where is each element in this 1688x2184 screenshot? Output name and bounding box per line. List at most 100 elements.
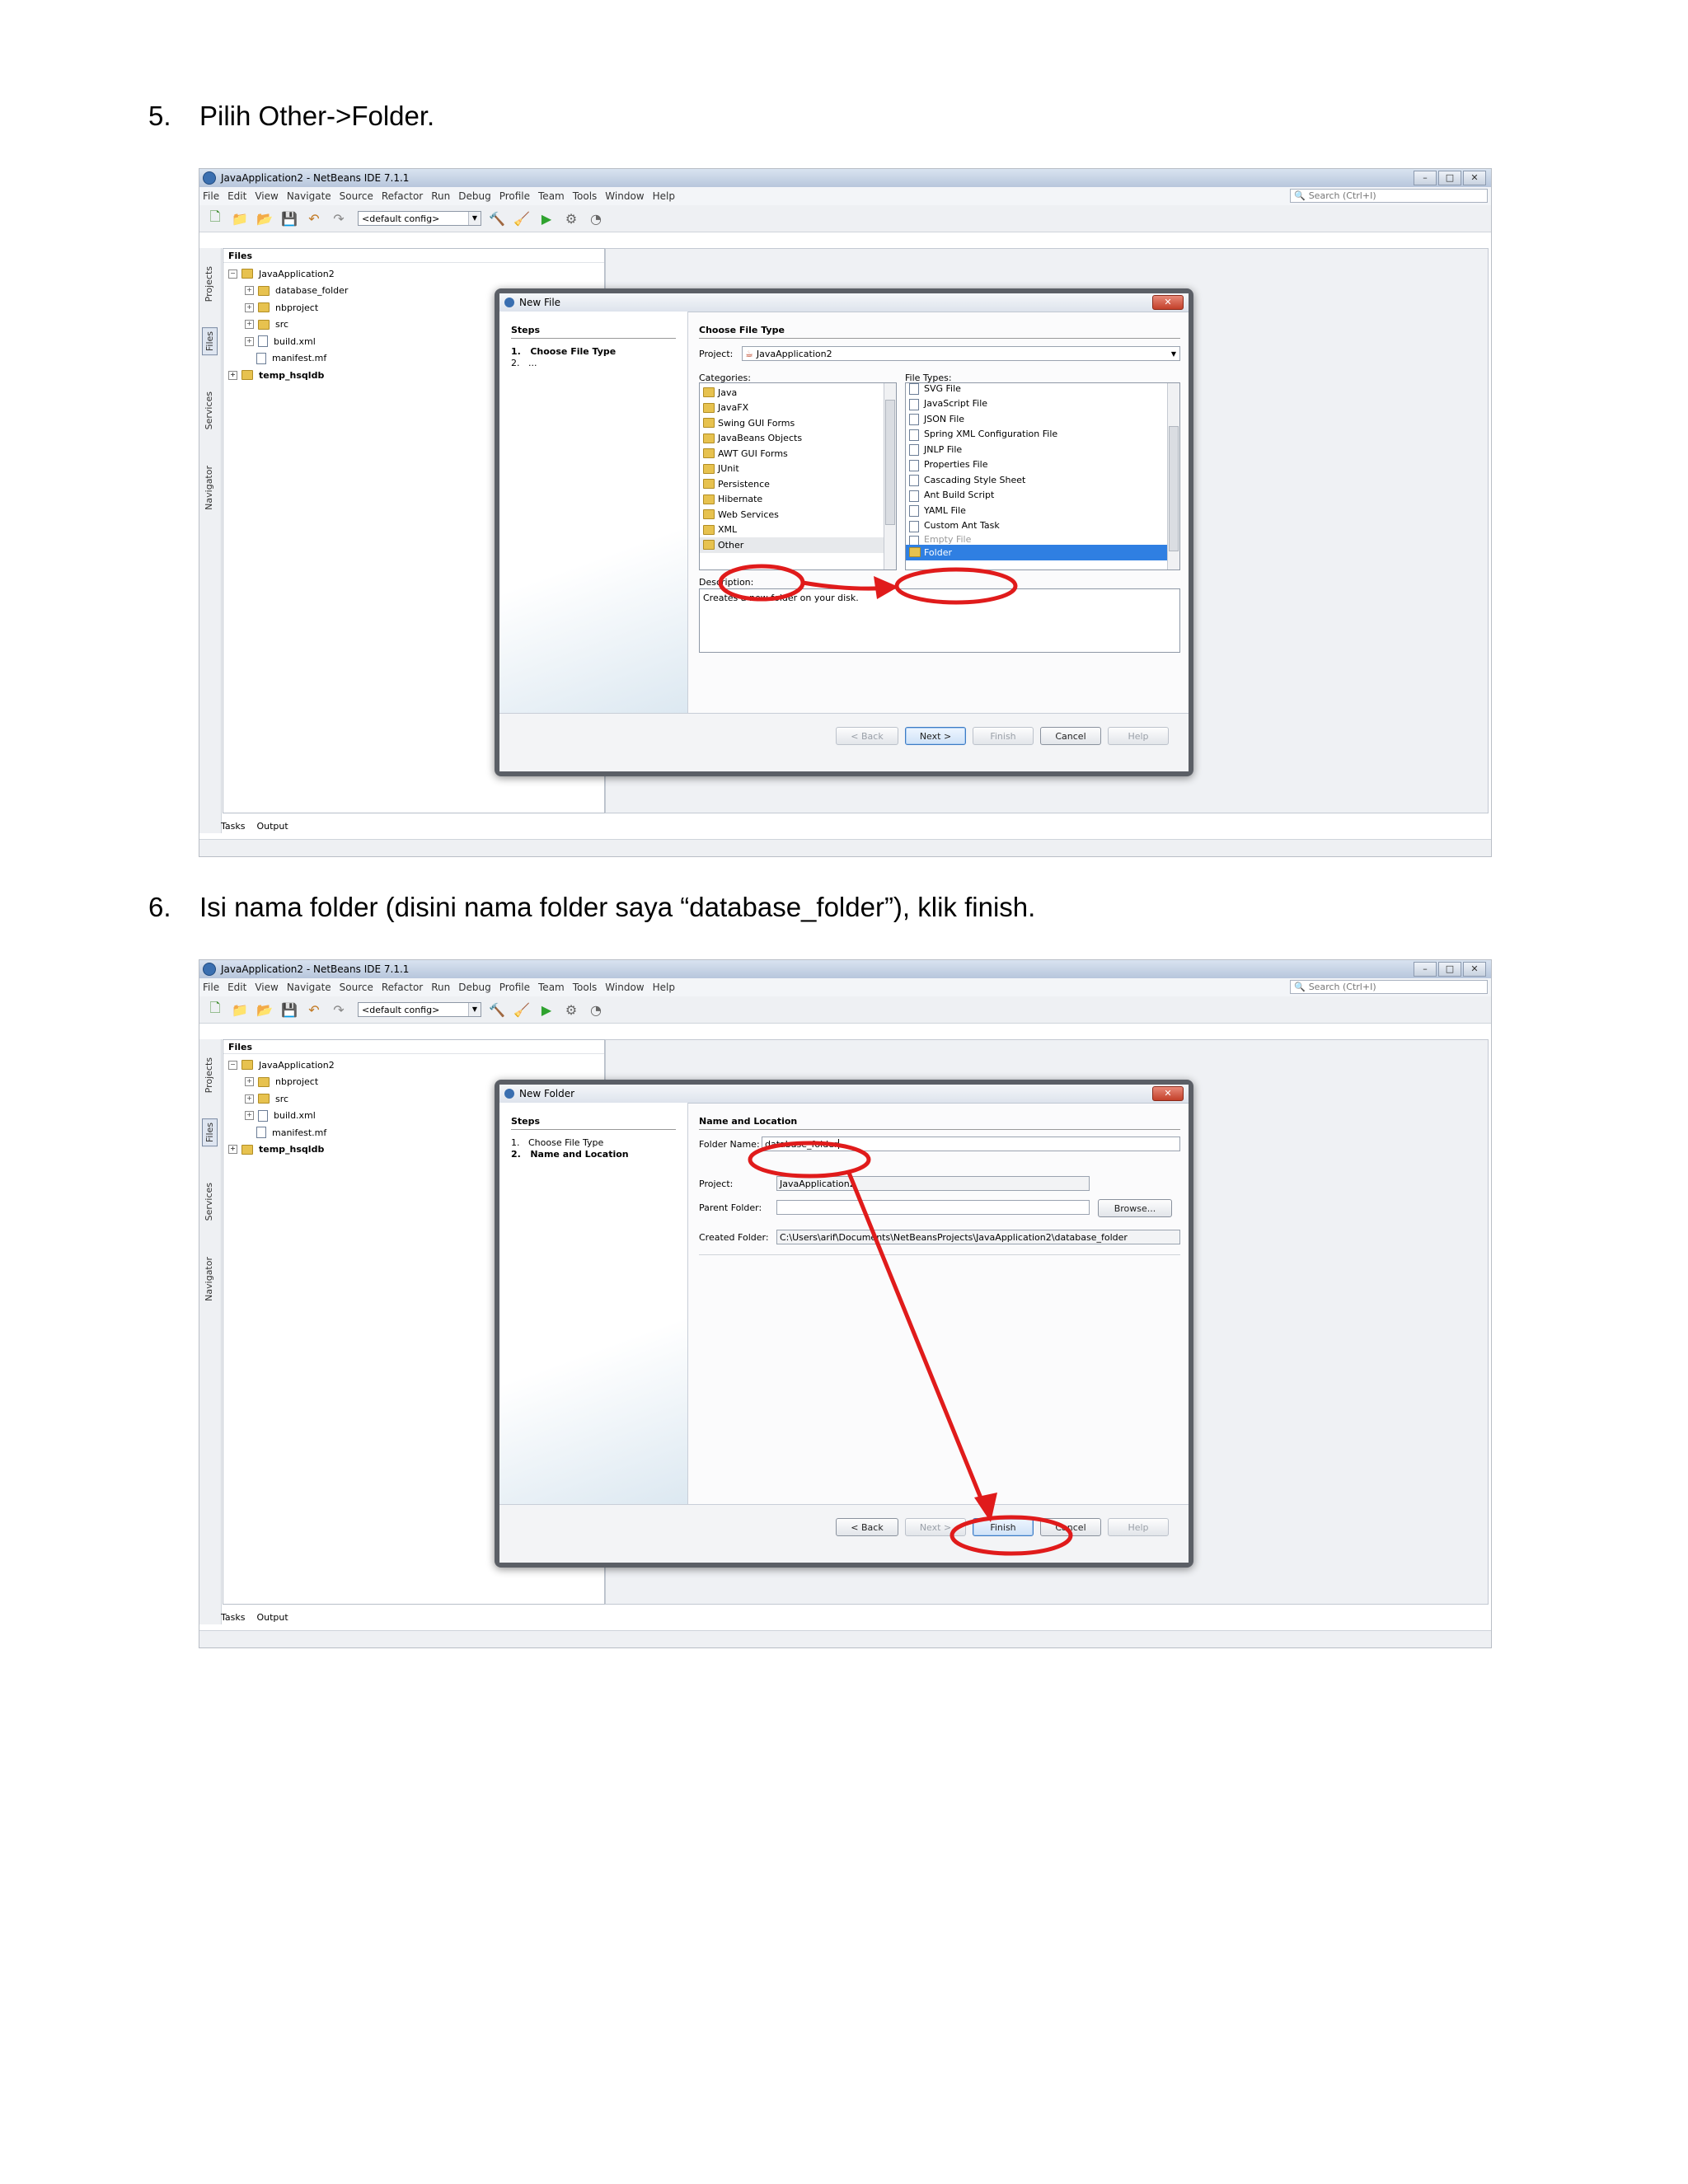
menu-profile[interactable]: Profile [499, 190, 530, 202]
clean-build-icon[interactable]: 🧹 [513, 1001, 531, 1019]
debug-icon[interactable]: ⚙ [562, 1001, 580, 1019]
menu-source[interactable]: Source [340, 190, 373, 202]
list-item[interactable]: Spring XML Configuration File [906, 427, 1179, 443]
list-item[interactable]: JavaFX [700, 401, 896, 416]
list-item[interactable]: JavaScript File [906, 396, 1179, 412]
maximize-icon[interactable]: □ [1438, 962, 1461, 977]
tab-projects[interactable]: Projects [202, 263, 216, 305]
list-item[interactable]: JavaBeans Objects [700, 431, 896, 447]
expand-icon[interactable]: + [245, 286, 254, 296]
list-item[interactable]: Web Services [700, 507, 896, 523]
minimize-icon[interactable]: – [1414, 962, 1437, 977]
tab-files[interactable]: Files [202, 1118, 218, 1147]
menu-run[interactable]: Run [431, 190, 450, 202]
expand-icon[interactable]: + [245, 1094, 254, 1104]
back-button[interactable]: < Back [836, 727, 898, 745]
menu-debug[interactable]: Debug [458, 982, 490, 993]
tab-projects[interactable]: Projects [202, 1054, 216, 1096]
menu-help[interactable]: Help [653, 190, 675, 202]
build-icon[interactable]: 🔨 [488, 209, 506, 227]
menu-view[interactable]: View [255, 190, 278, 202]
tab-tasks[interactable]: Tasks [221, 821, 245, 832]
undo-icon[interactable]: ↶ [305, 1001, 323, 1019]
tree-item-project[interactable]: + temp_hsqldb [228, 367, 348, 384]
tree-item-folder[interactable]: + nbproject [228, 299, 348, 316]
next-button[interactable]: Next > [905, 1518, 966, 1536]
expand-icon[interactable]: + [245, 1111, 254, 1121]
tab-navigator[interactable]: Navigator [202, 1254, 216, 1305]
file-types-scrollbar[interactable] [1167, 383, 1179, 569]
tree-item-project[interactable]: − JavaApplication2 [228, 1057, 335, 1074]
back-button[interactable]: < Back [836, 1518, 898, 1536]
menu-team[interactable]: Team [538, 982, 565, 993]
run-icon[interactable]: ▶ [537, 209, 556, 227]
run-icon[interactable]: ▶ [537, 1001, 556, 1019]
finish-button[interactable]: Finish [973, 1518, 1034, 1536]
list-item[interactable]: Properties File [906, 457, 1179, 473]
search-input[interactable]: 🔍 Search (Ctrl+I) [1290, 189, 1488, 203]
tree-item-file[interactable]: + build.xml [228, 1108, 335, 1125]
menu-help[interactable]: Help [653, 982, 675, 993]
categories-list[interactable]: Java JavaFX Swing GUI Forms JavaBeans Ob… [699, 382, 897, 570]
new-project-icon[interactable]: 📁 [231, 209, 249, 227]
open-project-icon[interactable]: 📂 [256, 1001, 274, 1019]
config-select[interactable]: <default config> ▼ [358, 211, 481, 226]
close-icon[interactable]: ✕ [1463, 171, 1486, 185]
menu-tools[interactable]: Tools [573, 190, 598, 202]
new-project-icon[interactable]: 📁 [231, 1001, 249, 1019]
search-input[interactable]: 🔍 Search (Ctrl+I) [1290, 980, 1488, 994]
tree-item-project[interactable]: + temp_hsqldb [228, 1141, 335, 1159]
profile-icon[interactable]: ◔ [587, 1001, 605, 1019]
menu-navigate[interactable]: Navigate [287, 190, 331, 202]
list-item[interactable]: Custom Ant Task [906, 518, 1179, 534]
tab-services[interactable]: Services [202, 388, 216, 433]
clean-build-icon[interactable]: 🧹 [513, 209, 531, 227]
expand-icon[interactable]: + [228, 370, 237, 380]
cancel-button[interactable]: Cancel [1040, 727, 1101, 745]
list-item[interactable]: XML [700, 523, 896, 538]
list-item[interactable]: Java [700, 385, 896, 401]
maximize-icon[interactable]: □ [1438, 171, 1461, 185]
close-icon[interactable]: ✕ [1152, 295, 1184, 310]
redo-icon[interactable]: ↷ [330, 1001, 348, 1019]
tree-item-file[interactable]: manifest.mf [228, 1124, 335, 1141]
list-item[interactable]: JSON File [906, 411, 1179, 427]
tree-item-folder[interactable]: + src [228, 316, 348, 334]
finish-button[interactable]: Finish [973, 727, 1034, 745]
menu-refactor[interactable]: Refactor [382, 190, 423, 202]
tab-output[interactable]: Output [256, 821, 288, 832]
redo-icon[interactable]: ↷ [330, 209, 348, 227]
expand-icon[interactable]: + [245, 336, 254, 346]
help-button[interactable]: Help [1108, 1518, 1169, 1536]
tree-item-file[interactable]: + build.xml [228, 333, 348, 350]
categories-scrollbar[interactable] [884, 383, 896, 569]
menu-file[interactable]: File [203, 982, 219, 993]
list-item-selected[interactable]: Folder [906, 545, 1168, 560]
menu-debug[interactable]: Debug [458, 190, 490, 202]
new-file-icon[interactable]: 🗋 [206, 1000, 224, 1019]
save-all-icon[interactable]: 💾 [280, 1001, 298, 1019]
tab-tasks[interactable]: Tasks [221, 1612, 245, 1623]
list-item[interactable]: SVG File [906, 383, 1179, 396]
undo-icon[interactable]: ↶ [305, 209, 323, 227]
menu-profile[interactable]: Profile [499, 982, 530, 993]
menu-run[interactable]: Run [431, 982, 450, 993]
tree-item-folder[interactable]: + nbproject [228, 1074, 335, 1091]
list-item-selected[interactable]: Other [700, 537, 896, 553]
menu-view[interactable]: View [255, 982, 278, 993]
list-item[interactable]: Hibernate [700, 492, 896, 508]
tree-item-folder[interactable]: + src [228, 1090, 335, 1108]
project-select[interactable]: ☕ JavaApplication2 ▼ [742, 346, 1180, 361]
new-file-icon[interactable]: 🗋 [206, 209, 224, 227]
menu-window[interactable]: Window [605, 190, 644, 202]
close-icon[interactable]: ✕ [1463, 962, 1486, 977]
debug-icon[interactable]: ⚙ [562, 209, 580, 227]
menu-tools[interactable]: Tools [573, 982, 598, 993]
collapse-icon[interactable]: − [228, 1060, 237, 1070]
menu-team[interactable]: Team [538, 190, 565, 202]
menu-refactor[interactable]: Refactor [382, 982, 423, 993]
list-item[interactable]: JUnit [700, 462, 896, 477]
minimize-icon[interactable]: – [1414, 171, 1437, 185]
open-project-icon[interactable]: 📂 [256, 209, 274, 227]
file-types-list[interactable]: SVG File JavaScript File JSON File Sprin… [905, 382, 1180, 570]
